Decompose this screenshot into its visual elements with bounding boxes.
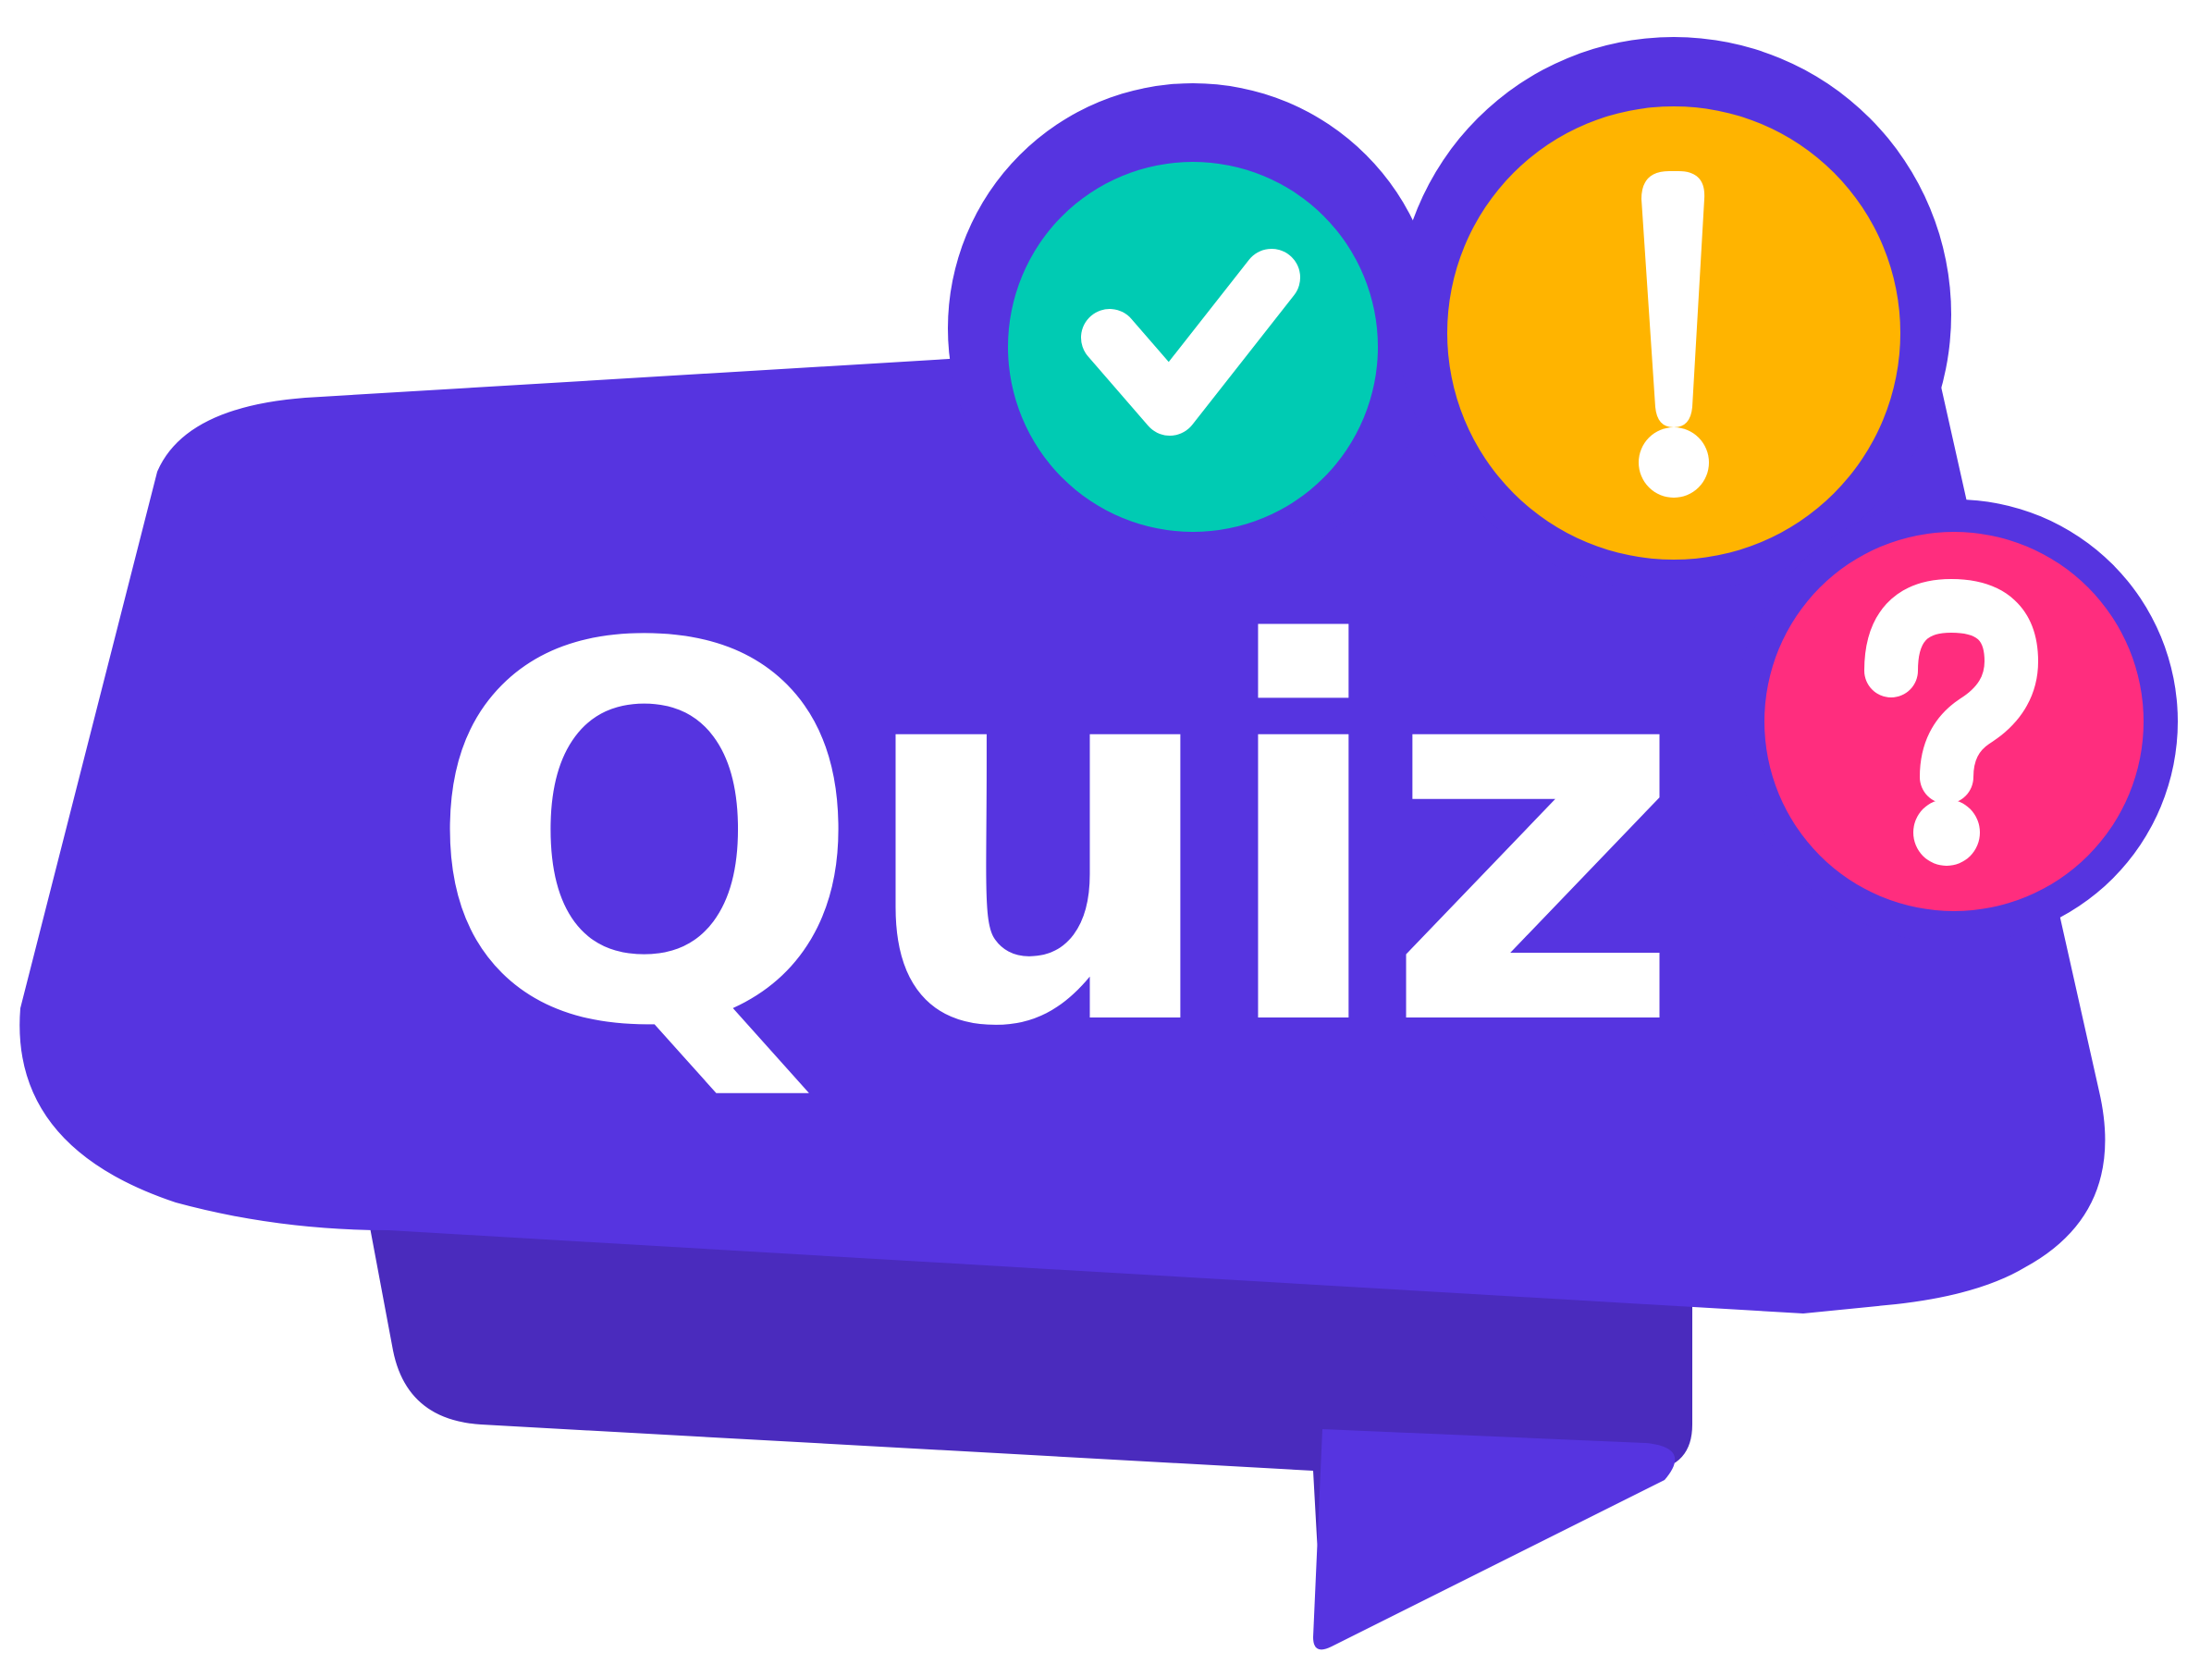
bubble-tail bbox=[1313, 1429, 1676, 1650]
quiz-logo-graphic: Quiz bbox=[19, 37, 2178, 1650]
quiz-logo: Quiz bbox=[0, 0, 2212, 1677]
quiz-word: Quiz bbox=[424, 537, 1676, 1141]
